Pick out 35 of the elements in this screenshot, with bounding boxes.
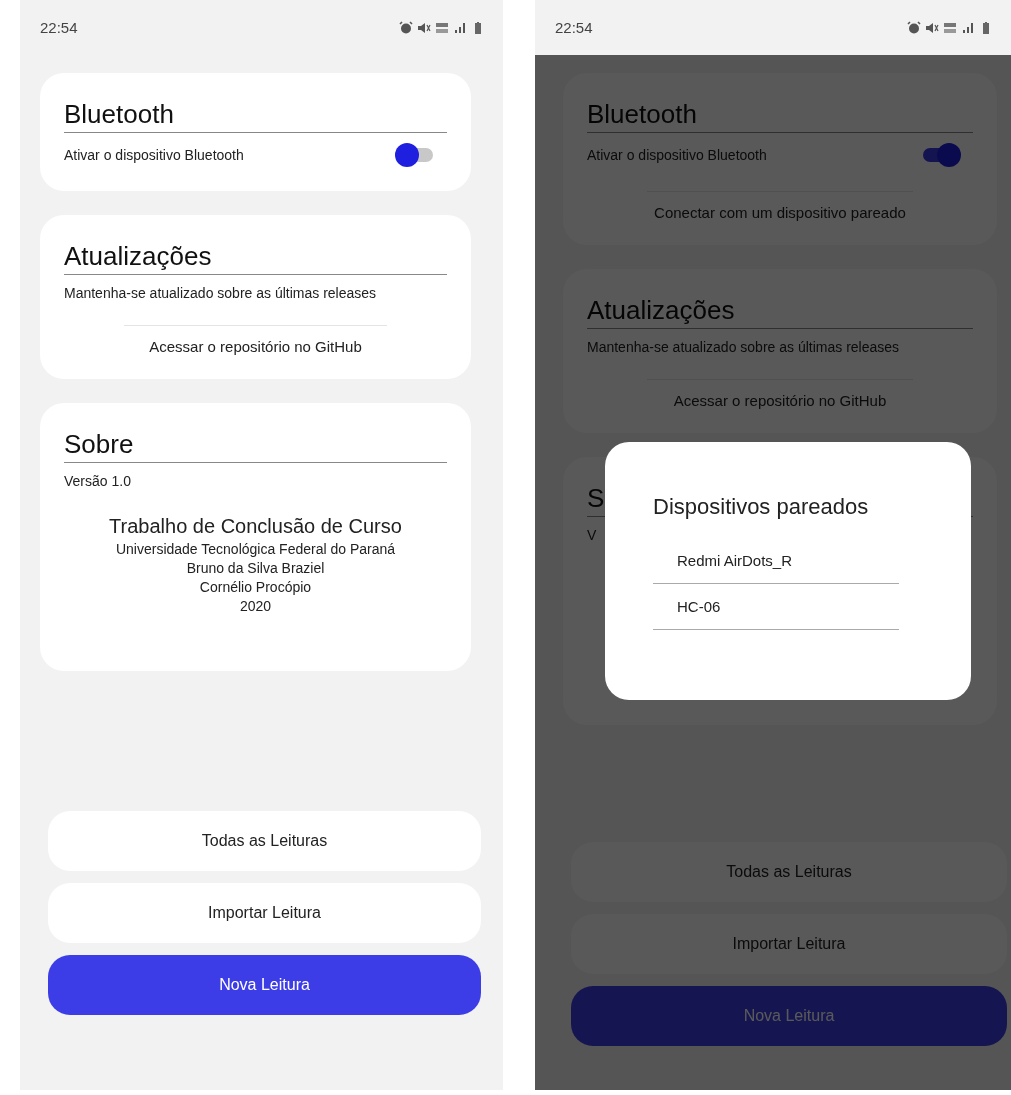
- credit-line: Cornélio Procópio: [199, 579, 312, 595]
- credit-line: Trabalho de Conclusão de Curso: [109, 515, 402, 538]
- device-item[interactable]: Redmi AirDots_R: [653, 538, 899, 584]
- device-item[interactable]: HC-06: [653, 584, 899, 630]
- credit-line: Universidade Tecnológica Federal do Paraná: [115, 541, 396, 557]
- alarm-icon: [399, 20, 413, 35]
- version-text: Versão 1.0: [64, 473, 131, 489]
- alarm-icon: [907, 20, 921, 35]
- bluetooth-switch[interactable]: [395, 143, 435, 167]
- mute-icon: [417, 20, 431, 35]
- card-title: Sobre: [64, 429, 447, 463]
- status-time: 22:54: [40, 19, 78, 36]
- bluetooth-switch[interactable]: [921, 143, 961, 167]
- credit-line: Bruno da Silva Braziel: [186, 560, 325, 576]
- card-title: Bluetooth: [64, 99, 447, 133]
- switch-thumb[interactable]: [937, 143, 961, 167]
- dialog-title: Dispositivos pareados: [653, 494, 870, 520]
- status-time: 22:54: [555, 19, 593, 36]
- setting-label: Ativar o dispositivo Bluetooth: [64, 147, 244, 163]
- updates-text: Mantenha-se atualizado sobre as últimas releases: [64, 285, 377, 301]
- action-button[interactable]: Todas as Leituras: [48, 811, 481, 871]
- signal-icon: [961, 20, 975, 35]
- signal-icon: [453, 20, 467, 35]
- github-link[interactable]: Acessar o repositório no GitHub: [124, 325, 387, 355]
- card-title: Atualizações: [587, 295, 973, 329]
- version-text: V: [587, 527, 597, 543]
- mute-icon: [925, 20, 939, 35]
- switch-thumb[interactable]: [395, 143, 419, 167]
- setting-label: Ativar o dispositivo Bluetooth: [587, 147, 767, 163]
- action-button[interactable]: Nova Leitura: [48, 955, 481, 1015]
- action-button[interactable]: Importar Leitura: [48, 883, 481, 943]
- credit-line: 2020: [239, 598, 272, 614]
- card-title: Atualizações: [64, 241, 447, 275]
- updates-text: Mantenha-se atualizado sobre as últimas releases: [587, 339, 900, 355]
- card-title: Bluetooth: [587, 99, 973, 133]
